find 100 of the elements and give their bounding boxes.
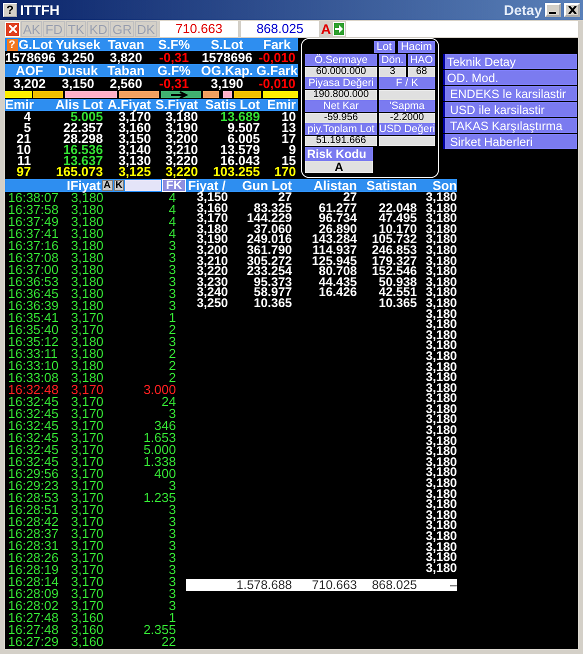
field-value: 3 xyxy=(379,67,406,77)
price-cell-text: 3,170 xyxy=(71,492,105,504)
table-cell-text: 3,180 xyxy=(424,436,457,446)
time-cell-text: 16:28:31 xyxy=(8,540,60,552)
lot-cell-text: 2.355 xyxy=(142,624,176,636)
table-cell-text: 13.579 xyxy=(219,145,260,155)
price-cell-text: 3,180 xyxy=(71,276,105,288)
table-cell-text: 3,180 xyxy=(424,488,457,500)
stat-value: 3,820 xyxy=(108,52,144,63)
minimize-button[interactable] xyxy=(545,3,561,17)
price-cell-text: 3,170 xyxy=(71,420,105,432)
lot-cell-text: 3 xyxy=(168,588,176,600)
table-cell-text: 13.689 xyxy=(220,112,260,122)
field-label: Risk Kodu xyxy=(305,147,373,161)
price-cell-text: 3,170 xyxy=(71,324,105,336)
lot-cell-text: 4 xyxy=(168,204,176,216)
table-cell-text: 3,180 xyxy=(424,562,457,574)
time-cell-text: 16:36:53 xyxy=(8,276,60,288)
help-button[interactable]: ? xyxy=(6,38,18,50)
table-cell-text: 21 xyxy=(16,134,31,144)
arrow-button[interactable] xyxy=(332,22,345,36)
price-cell-text: 3,170 xyxy=(71,588,105,600)
stat-header: S.Lot xyxy=(210,38,244,51)
table-cell-text: 3,250 xyxy=(196,298,228,309)
window-subtitle: Detay xyxy=(504,2,542,18)
price-cell-text: 3,170 xyxy=(71,456,105,468)
table-cell-text: 3,180 xyxy=(165,112,198,122)
stat-value: 2,560 xyxy=(108,78,144,89)
table-cell-text: 3,240 xyxy=(196,287,228,298)
table-cell-text: 3,180 xyxy=(424,276,457,288)
stat-value: -0,010 xyxy=(258,78,296,89)
table-cell-text: 10.365 xyxy=(252,298,292,309)
field-value: A xyxy=(305,161,373,173)
menu-item[interactable]: OD. Mod. xyxy=(443,70,577,85)
table-cell-text: 5.005 xyxy=(70,112,103,122)
toggle-button[interactable]: K xyxy=(114,180,124,191)
menu-item[interactable]: Teknik Detay xyxy=(443,54,577,69)
lot-cell-text: 3 xyxy=(168,252,176,264)
time-cell-text: 16:32:45 xyxy=(8,456,60,468)
field-label: HAO xyxy=(408,54,435,66)
menu-item[interactable]: TAKAS Karşılaştırma xyxy=(443,118,577,133)
input-field[interactable] xyxy=(125,180,161,191)
panel-button[interactable]: Lot xyxy=(374,41,395,53)
lot-cell-text: 3 xyxy=(168,564,176,576)
table-cell-text: 3,180 xyxy=(424,467,457,478)
time-cell-text: 16:37:16 xyxy=(8,240,60,252)
lot-cell-text: 2 xyxy=(168,360,176,372)
column-header: Fiyat / xyxy=(187,179,226,192)
table-cell-text: 6.005 xyxy=(227,134,260,144)
time-cell-text: 16:28:14 xyxy=(8,576,60,588)
price-cell-text: 3,180 xyxy=(71,240,105,252)
menu-item[interactable]: ENDEKS le karsilastir xyxy=(443,86,577,101)
table-cell-text: 96.734 xyxy=(318,213,357,224)
lot-cell-text: 4 xyxy=(168,228,176,240)
table-cell-text: 3,140 xyxy=(117,145,151,155)
table-cell-text: 3,180 xyxy=(424,256,457,266)
table-cell-text: 249.016 xyxy=(246,234,292,245)
lot-cell-text: 3 xyxy=(168,540,176,552)
menu-item[interactable]: USD ile karsilastir xyxy=(443,102,577,117)
toggle-button[interactable]: A xyxy=(102,180,113,191)
field-value: 51.191.666 xyxy=(305,136,377,146)
field-label: Net Kar xyxy=(305,100,377,112)
fk-button[interactable]: FK xyxy=(162,179,186,192)
table-cell-text: 3,210 xyxy=(164,145,198,155)
price-cell-text: 3,170 xyxy=(71,384,105,396)
price-cell-text: 3,170 xyxy=(71,576,105,588)
input-field[interactable] xyxy=(346,21,578,37)
table-cell-text: 125.945 xyxy=(310,256,357,266)
stat-value: 1578696 xyxy=(200,52,254,63)
time-cell-text: 16:37:49 xyxy=(8,216,60,228)
time-cell-text: 16:37:08 xyxy=(8,252,60,264)
stat-value: -0,010 xyxy=(258,52,296,63)
table-cell-text: 3,180 xyxy=(424,192,457,203)
table-cell-text: 3,180 xyxy=(424,224,457,234)
table-cell-text: 3,180 xyxy=(424,244,457,256)
menu-item[interactable]: Sirket Haberleri xyxy=(443,134,577,149)
field-label: Dön. xyxy=(379,54,406,66)
table-cell-text: 58.977 xyxy=(252,287,292,298)
table-cell-text: 3,220 xyxy=(164,156,198,166)
column-header: Alis Lot xyxy=(54,99,103,111)
time-cell-text: 16:32:45 xyxy=(8,420,60,432)
total-cell-text: 1.578.688 xyxy=(235,579,292,591)
table-cell-text: 3,210 xyxy=(196,256,228,266)
time-cell-text: 16:33:11 xyxy=(8,348,59,360)
table-cell-text: 103.255 xyxy=(212,167,260,177)
help-button[interactable]: ? xyxy=(3,3,17,17)
table-cell-text: 3,180 xyxy=(424,319,457,330)
price-cell-text: 3,180 xyxy=(71,372,105,384)
panel-button[interactable]: Hacim xyxy=(398,41,435,53)
time-cell-text: 16:28:42 xyxy=(8,516,60,528)
time-cell-text: 16:38:07 xyxy=(8,192,60,204)
lot-cell-text: 4 xyxy=(168,216,176,228)
table-cell-text: 165.073 xyxy=(55,167,103,177)
column-header: Emir xyxy=(266,99,297,111)
field-value: 60.000.000 xyxy=(305,67,377,77)
lot-cell-text: 1 xyxy=(168,612,176,624)
price-cell-text: 3,180 xyxy=(71,360,105,372)
close-button[interactable] xyxy=(564,3,580,17)
total-cell-text: 868.025 xyxy=(370,579,417,591)
time-cell-text: 16:29:56 xyxy=(8,468,60,480)
